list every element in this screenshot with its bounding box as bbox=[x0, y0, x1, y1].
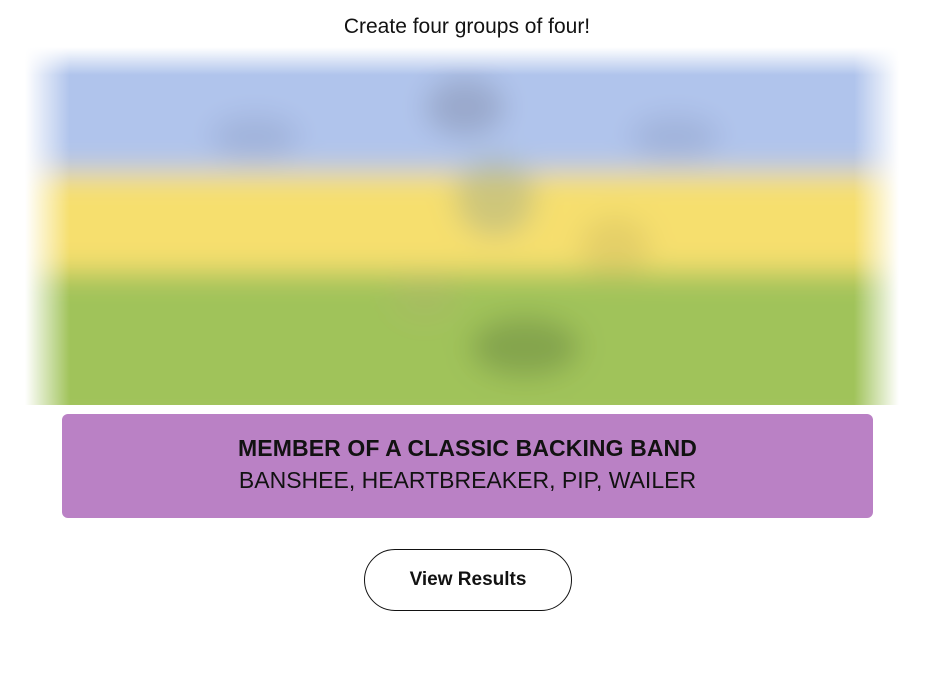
blur-band-green bbox=[25, 272, 899, 405]
instruction-text: Create four groups of four! bbox=[343, 15, 591, 38]
view-results-button[interactable]: View Results bbox=[364, 549, 572, 611]
blurred-game-board bbox=[25, 47, 899, 405]
group-category-title: MEMBER OF A CLASSIC BACKING BAND bbox=[238, 435, 697, 461]
group-members-list: BANSHEE, HEARTBREAKER, PIP, WAILER bbox=[238, 467, 697, 493]
solved-group-card: MEMBER OF A CLASSIC BACKING BAND BANSHEE… bbox=[62, 414, 873, 518]
connections-game-page: Create four groups of four! MEMBER OF A … bbox=[0, 0, 944, 694]
